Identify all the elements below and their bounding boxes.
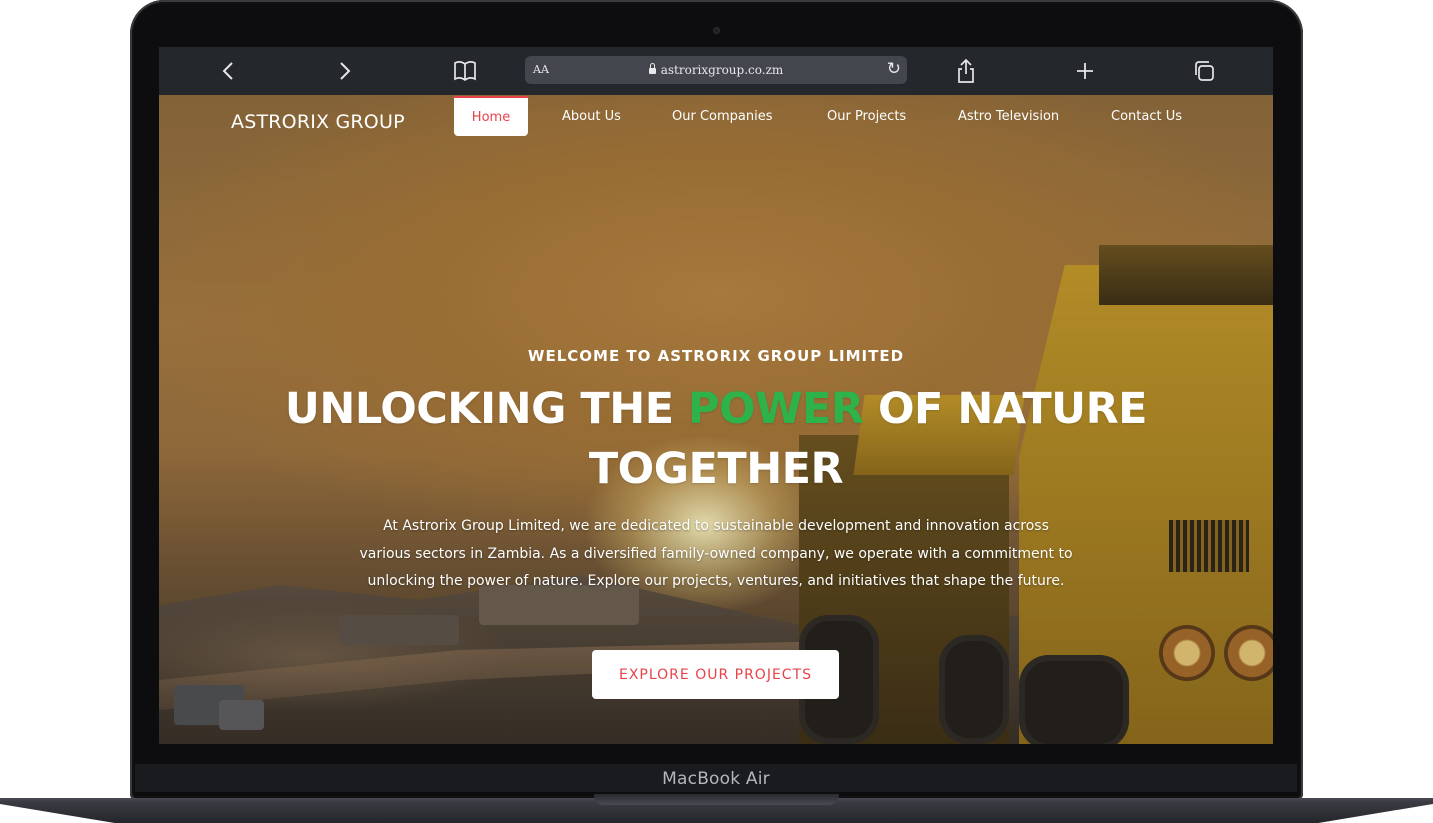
url-text: astrorixgroup.co.zm <box>660 63 784 77</box>
hero-description: At Astrorix Group Limited, we are dedica… <box>359 518 1073 589</box>
browser-toolbar: AA astrorixgroup.co.zm ↻ <box>159 47 1273 95</box>
back-icon[interactable] <box>213 57 243 85</box>
hero-section: ASTRORIX GROUP Home About Us Our Compani… <box>159 95 1273 744</box>
explore-projects-button[interactable]: EXPLORE OUR PROJECTS <box>592 650 839 699</box>
nav-astro-television[interactable]: Astro Television <box>958 109 1059 124</box>
bookmarks-icon[interactable] <box>450 57 480 85</box>
new-tab-icon[interactable] <box>1070 57 1100 85</box>
address-bar[interactable]: AA astrorixgroup.co.zm ↻ <box>525 56 907 84</box>
nav-our-companies[interactable]: Our Companies <box>672 109 772 124</box>
nav-contact-us[interactable]: Contact Us <box>1111 109 1182 124</box>
laptop-chin: MacBook Air <box>135 764 1297 792</box>
device-label: MacBook Air <box>662 769 770 789</box>
laptop-notch <box>594 794 839 805</box>
hero-eyebrow: WELCOME TO ASTRORIX GROUP LIMITED <box>527 347 905 365</box>
headline-part-1: UNLOCKING THE <box>284 384 689 434</box>
headline-highlight: POWER <box>688 384 864 434</box>
nav-home[interactable]: Home <box>454 96 528 136</box>
lock-icon <box>648 63 656 74</box>
reload-icon[interactable]: ↻ <box>887 59 901 79</box>
url-display: astrorixgroup.co.zm <box>525 63 907 77</box>
screen: AA astrorixgroup.co.zm ↻ ASTRORIX GROUP … <box>159 47 1273 744</box>
nav-about-us[interactable]: About Us <box>562 109 621 124</box>
nav-our-projects[interactable]: Our Projects <box>827 109 906 124</box>
site-logo[interactable]: ASTRORIX GROUP <box>231 111 405 133</box>
share-icon[interactable] <box>951 57 981 85</box>
hero-headline: UNLOCKING THE POWER OF NATURE TOGETHER <box>159 379 1273 499</box>
camera <box>713 27 720 34</box>
tabs-icon[interactable] <box>1189 57 1219 85</box>
forward-icon[interactable] <box>330 57 360 85</box>
